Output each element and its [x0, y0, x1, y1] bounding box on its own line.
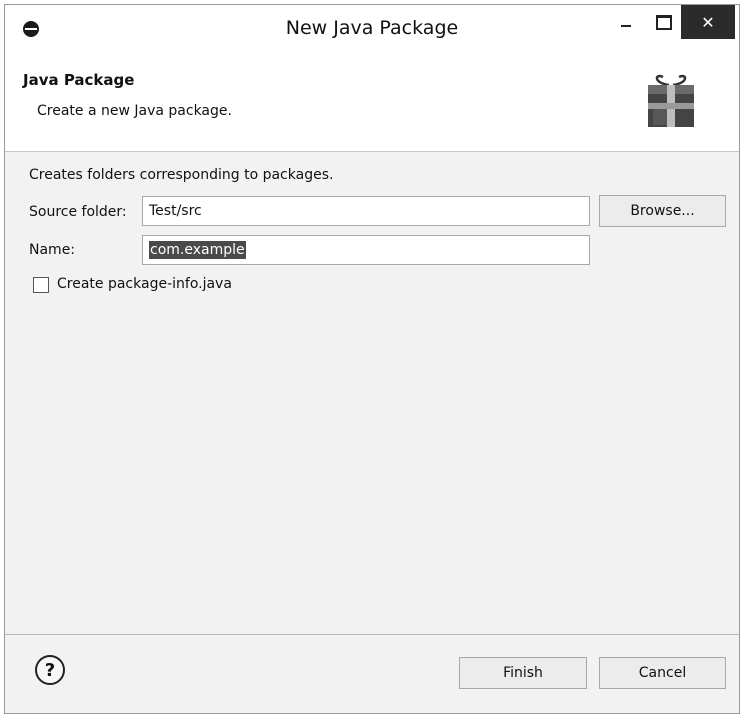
- maximize-icon: [656, 14, 672, 30]
- minimize-icon: [621, 25, 631, 27]
- finish-button[interactable]: Finish: [459, 657, 587, 689]
- create-package-info-label[interactable]: Create package-info.java: [57, 276, 232, 292]
- footer-separator: [5, 634, 739, 635]
- wizard-banner: Java Package Create a new Java package.: [5, 51, 739, 152]
- minimize-button[interactable]: [605, 5, 647, 39]
- cancel-button[interactable]: Cancel: [599, 657, 726, 689]
- new-java-package-dialog: New Java Package ✕ Java Package Create a…: [4, 4, 740, 714]
- package-icon: [648, 74, 694, 127]
- help-icon[interactable]: ?: [35, 655, 65, 685]
- banner-description: Create a new Java package.: [37, 103, 232, 119]
- browse-button[interactable]: Browse...: [599, 195, 726, 227]
- source-folder-input[interactable]: Test/src: [142, 196, 590, 226]
- create-package-info-checkbox[interactable]: [33, 277, 49, 293]
- close-button[interactable]: ✕: [681, 5, 735, 39]
- name-label: Name:: [29, 242, 76, 258]
- source-folder-label: Source folder:: [29, 204, 127, 220]
- title-bar: New Java Package ✕: [5, 5, 739, 51]
- maximize-button[interactable]: [643, 5, 685, 39]
- name-input[interactable]: com.example: [142, 235, 590, 265]
- intro-text: Creates folders corresponding to package…: [29, 167, 334, 183]
- close-icon: ✕: [701, 12, 715, 32]
- name-input-value: com.example: [149, 241, 246, 259]
- banner-title: Java Package: [23, 71, 135, 89]
